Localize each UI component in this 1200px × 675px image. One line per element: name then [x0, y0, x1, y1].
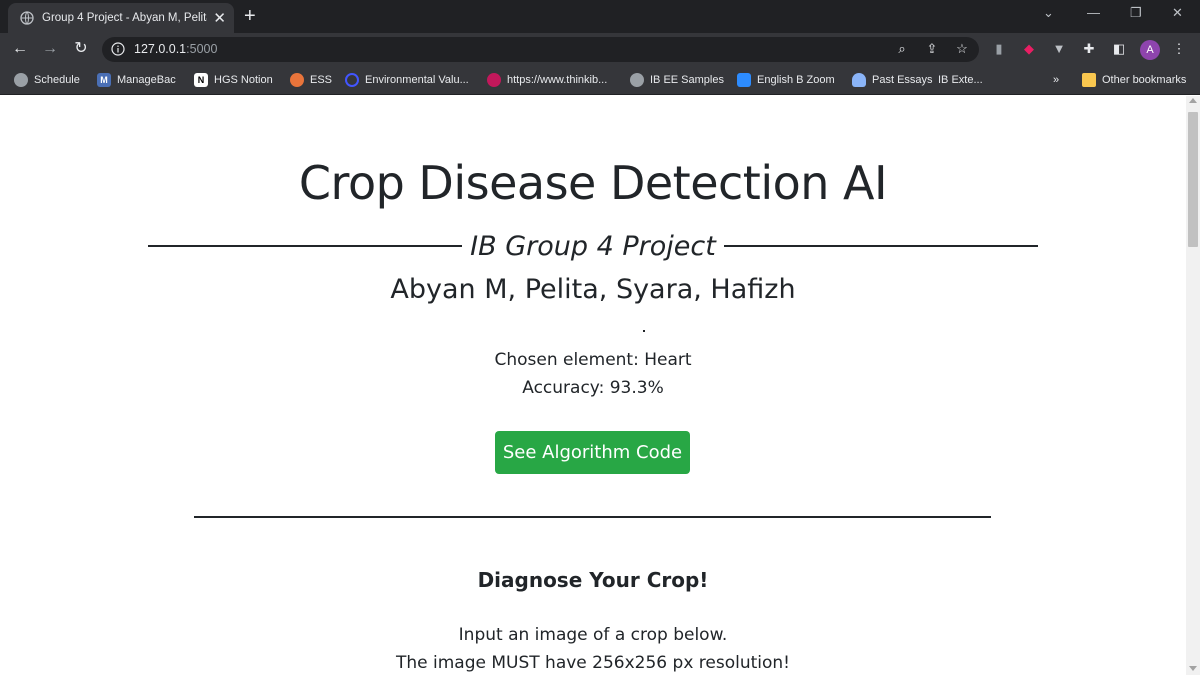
bookmark-english-b-zoom[interactable]: English B Zoom [737, 72, 835, 88]
thinkib-icon [487, 73, 501, 87]
accuracy-text: Accuracy: 93.3% [522, 378, 664, 398]
new-tab-plus-icon[interactable]: + [244, 4, 256, 28]
bookmark-star-icon[interactable]: ☆ [954, 41, 970, 57]
bookmark-label: Schedule [34, 74, 80, 86]
stray-dot [643, 330, 645, 332]
bookmark-ess[interactable]: ESS [290, 72, 332, 88]
tab-search-chevron-icon[interactable]: ⌄ [1043, 5, 1054, 21]
bookmark-label: HGS Notion [214, 74, 273, 86]
kebab-menu-icon[interactable]: ⋮ [1170, 40, 1188, 58]
profile-avatar[interactable]: A [1140, 40, 1160, 60]
bookmark-label: ESS [310, 74, 333, 86]
close-tab-icon[interactable]: ✕ [213, 11, 226, 26]
bookmark-ib-ee-samples[interactable]: IB EE Samples [630, 72, 724, 88]
project-subtitle: IB Group 4 Project [470, 230, 716, 262]
bookmark-hgs-notion[interactable]: N HGS Notion [194, 72, 273, 88]
bookmarks-bar: Schedule M ManageBac N HGS Notion ESS En… [0, 66, 1200, 95]
tab-strip: Group 4 Project - Abyan M, Pelita ✕ + ⌄ … [0, 0, 1200, 33]
url-port: :5000 [186, 42, 218, 56]
ess-icon [290, 73, 304, 87]
bookmark-schedule[interactable]: Schedule [14, 72, 80, 88]
bookmark-label: Past Essays [872, 74, 933, 86]
scroll-thumb[interactable] [1188, 112, 1198, 247]
address-bar[interactable]: 127.0.0.1:5000 ⌕ ⇪ ☆ [102, 37, 979, 62]
subtitle-left-rule [148, 245, 463, 247]
notion-icon: N [194, 73, 208, 87]
bookmark-label: Environmental Valu... [365, 74, 469, 86]
bookmark-label: IB EE Samples [650, 74, 724, 86]
scroll-down-arrow-icon[interactable] [1189, 666, 1197, 671]
globe-icon [20, 11, 34, 25]
restore-icon[interactable]: ❐ [1130, 5, 1142, 21]
bookmark-label: IB Exte... [938, 74, 983, 86]
forward-arrow-icon[interactable]: → [40, 39, 60, 59]
browser-tab[interactable]: Group 4 Project - Abyan M, Pelita ✕ [8, 3, 234, 33]
bookmark-past-essays[interactable]: Past Essays [852, 72, 933, 88]
side-panel-icon[interactable]: ◧ [1110, 40, 1128, 58]
zoom-magnifier-icon[interactable]: ⌕ [894, 41, 910, 57]
reload-icon[interactable]: ↻ [71, 39, 91, 59]
url-text: 127.0.0.1:5000 [134, 42, 217, 56]
subtitle-row: IB Group 4 Project [148, 228, 1038, 264]
section-divider [194, 516, 991, 518]
see-algorithm-code-button[interactable]: See Algorithm Code [495, 431, 690, 474]
tab-title: Group 4 Project - Abyan M, Pelita [42, 12, 208, 24]
window-close-icon[interactable]: ✕ [1172, 5, 1183, 21]
upload-instruction-1: Input an image of a crop below. [458, 625, 728, 645]
bookmark-ib-extended[interactable]: IB Exte... [938, 72, 983, 88]
quizlet-icon [345, 73, 359, 87]
minimize-icon[interactable]: — [1087, 5, 1100, 20]
color-extension-icon[interactable]: ◆ [1020, 40, 1038, 58]
zoom-icon [737, 73, 751, 87]
bookmark-managebac[interactable]: M ManageBac [97, 72, 176, 88]
bookmark-environmental-value[interactable]: Environmental Valu... [345, 72, 469, 88]
globe-icon [630, 73, 644, 87]
bookmark-thinkib[interactable]: https://www.thinkib... [487, 72, 607, 88]
chosen-element-text: Chosen element: Heart [494, 350, 692, 370]
subtitle-right-rule [723, 245, 1038, 247]
managebac-icon: M [97, 73, 111, 87]
vertical-scrollbar[interactable] [1186, 96, 1200, 675]
other-bookmarks-folder[interactable]: Other bookmarks [1082, 72, 1186, 88]
share-icon[interactable]: ⇪ [924, 41, 940, 57]
diagnose-section-title: Diagnose Your Crop! [477, 568, 709, 592]
site-info-icon[interactable] [111, 42, 125, 56]
other-bookmarks-label: Other bookmarks [1102, 74, 1187, 86]
bookmarks-overflow-chevron-icon[interactable]: » [1053, 72, 1059, 88]
v-extension-icon[interactable]: ▼ [1050, 40, 1068, 58]
url-host: 127.0.0.1 [134, 42, 187, 56]
cloud-icon [852, 73, 866, 87]
bookmark-label: https://www.thinkib... [507, 74, 608, 86]
page-title: Crop Disease Detection AI [298, 156, 888, 210]
browser-toolbar: ← → ↻ 127.0.0.1:5000 ⌕ ⇪ ☆ ▮ ◆ ▼ ✚ ◧ A ⋮ [0, 33, 1200, 66]
bookmark-label: ManageBac [117, 74, 176, 86]
bookmark-label: English B Zoom [757, 74, 835, 86]
extensions-puzzle-icon[interactable]: ✚ [1080, 40, 1098, 58]
authors-line: Abyan M, Pelita, Syara, Hafizh [390, 274, 796, 305]
upload-instruction-2: The image MUST have 256x256 px resolutio… [395, 653, 790, 673]
back-arrow-icon[interactable]: ← [10, 39, 30, 59]
extension-icon[interactable]: ▮ [990, 40, 1008, 58]
scroll-up-arrow-icon[interactable] [1189, 98, 1197, 103]
page-viewport: Crop Disease Detection AI IB Group 4 Pro… [0, 96, 1186, 675]
folder-icon [1082, 73, 1096, 87]
overflow-label: » [1053, 74, 1060, 86]
globe-icon [14, 73, 28, 87]
